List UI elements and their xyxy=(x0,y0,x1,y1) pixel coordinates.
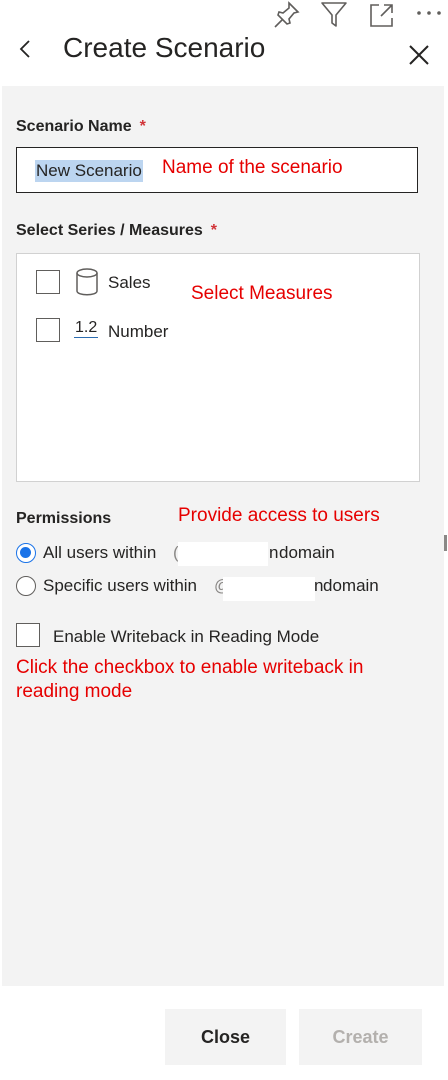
form-panel xyxy=(2,86,444,986)
required-mark: * xyxy=(139,118,146,135)
visual-header-toolbar xyxy=(0,0,448,30)
permission-all-prefix: All users within xyxy=(43,543,157,562)
close-icon[interactable] xyxy=(406,42,432,68)
radio-all-users[interactable] xyxy=(16,543,36,563)
scrollbar-thumb[interactable] xyxy=(444,535,447,551)
scenario-name-label-text: Scenario Name xyxy=(16,118,132,135)
required-mark: * xyxy=(210,222,218,239)
measures-label-text: Select Series / Measures xyxy=(16,222,203,239)
annotation-name: Name of the scenario xyxy=(162,157,343,178)
filter-icon[interactable] xyxy=(319,0,349,30)
checkbox-number[interactable] xyxy=(36,318,60,342)
pin-icon[interactable] xyxy=(272,0,302,30)
page-title: Create Scenario xyxy=(63,32,266,63)
checkbox-sales[interactable] xyxy=(36,270,60,294)
measure-label-number: Number xyxy=(108,322,169,341)
pane-header: Create Scenario xyxy=(0,30,448,86)
more-icon[interactable] xyxy=(414,0,444,30)
database-icon xyxy=(76,268,98,296)
scenario-name-label: Scenario Name * xyxy=(16,118,146,136)
writeback-label: Enable Writeback in Reading Mode xyxy=(53,627,320,646)
expand-icon[interactable] xyxy=(367,0,397,30)
permission-specific-prefix: Specific users within xyxy=(43,576,198,595)
annotation-writeback-line1: Click the checkbox to enable writeback i… xyxy=(16,657,364,678)
measures-label: Select Series / Measures * xyxy=(16,222,217,240)
checkbox-writeback[interactable] xyxy=(16,623,40,647)
permissions-label: Permissions xyxy=(16,510,112,527)
measure-label-sales: Sales xyxy=(108,273,151,292)
permission-option-specific: Specific users within xyxy=(43,576,197,596)
redacted-domain xyxy=(223,577,315,601)
permission-all-fragment-right: n xyxy=(269,543,279,562)
permission-specific-suffix: domain xyxy=(323,576,379,595)
permission-option-all: All users within xyxy=(43,543,156,563)
annotation-permissions: Provide access to users xyxy=(178,505,380,526)
back-icon[interactable] xyxy=(14,34,38,64)
close-button[interactable]: Close xyxy=(165,1009,286,1065)
permission-all-suffix: domain xyxy=(279,543,335,562)
radio-specific-users[interactable] xyxy=(16,576,36,596)
scenario-name-value: New Scenario xyxy=(35,160,143,182)
create-button[interactable]: Create xyxy=(299,1009,422,1065)
redacted-domain xyxy=(178,542,268,566)
annotation-writeback-line2: reading mode xyxy=(16,681,133,702)
annotation-measures: Select Measures xyxy=(191,283,333,304)
numeric-field-icon: 1.2 xyxy=(74,319,99,338)
